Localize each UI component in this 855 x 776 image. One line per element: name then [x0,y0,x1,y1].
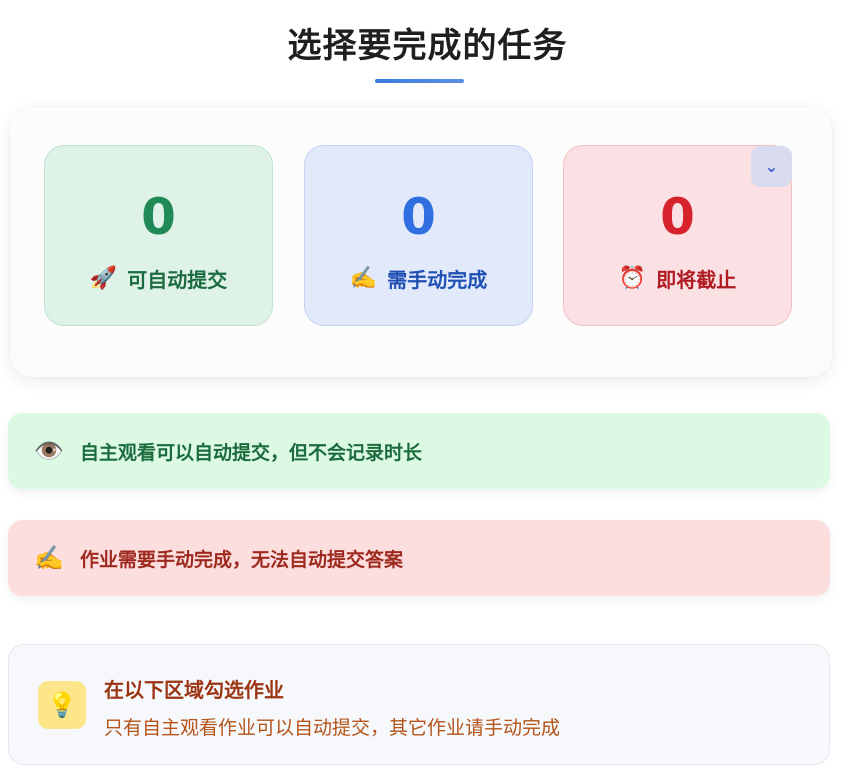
notice-auto-watch: 👁️ 自主观看可以自动提交，但不会记录时长 [8,413,830,489]
lightbulb-icon: 💡 [38,681,86,729]
page-title: 选择要完成的任务 [287,26,568,66]
writing-hand-icon: ✍️ [349,266,378,291]
hint-body: 只有自主观看作业可以自动提交，其它作业请手动完成 [104,717,561,739]
chevron-down-icon: ⌄ [764,157,779,176]
stat-card-manual: 0 ✍️ 需手动完成 [304,145,533,326]
hint-title: 在以下区域勾选作业 [104,678,284,702]
title-underline [375,79,464,83]
manual-label: 需手动完成 [387,268,488,292]
writing-hand-icon: ✍️ [34,544,64,572]
hint-panel [8,644,830,765]
deadline-count: 0 [660,188,695,246]
stat-card-auto-submit: 0 🚀 可自动提交 [44,145,273,326]
auto-submit-label: 可自动提交 [127,268,228,292]
alarm-clock-icon: ⏰ [618,266,647,291]
notice-auto-watch-text: 自主观看可以自动提交，但不会记录时长 [80,441,423,464]
auto-submit-count: 0 [141,188,176,246]
collapse-button[interactable]: ⌄ [751,146,792,187]
eye-icon: 👁️ [34,437,64,465]
deadline-label: 即将截止 [656,268,737,292]
rocket-icon: 🚀 [89,266,118,291]
manual-count: 0 [401,188,436,246]
notice-manual-homework-text: 作业需要手动完成，无法自动提交答案 [80,548,404,571]
notice-manual-homework: ✍️ 作业需要手动完成，无法自动提交答案 [8,520,830,596]
